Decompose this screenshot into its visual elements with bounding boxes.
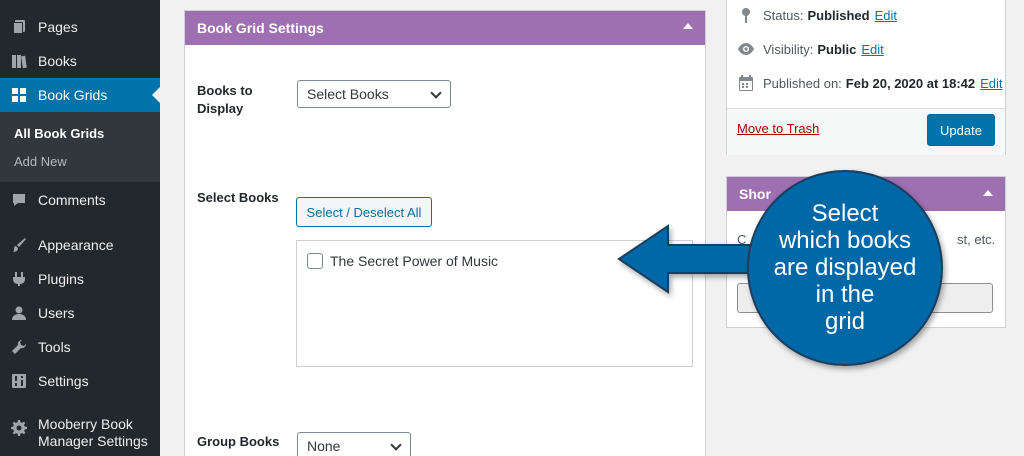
callout-line: Select xyxy=(811,200,879,227)
callout-text: Select which books are displayed in the … xyxy=(752,200,938,335)
callout-line: grid xyxy=(824,308,866,335)
callout-line: are displayed xyxy=(773,254,917,281)
callout-line: in the xyxy=(815,281,875,308)
callout-line: which books xyxy=(778,227,912,254)
callout-arrow xyxy=(617,224,771,294)
